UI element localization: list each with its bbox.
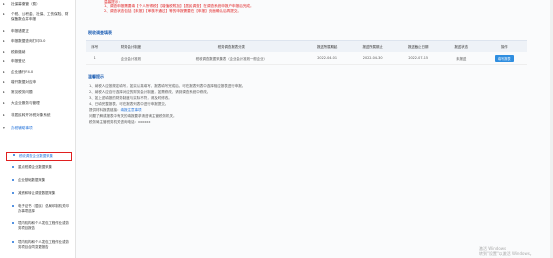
bullet-icon: [12, 192, 14, 194]
sidebar-item[interactable]: ▸ 申报数据查询打印3.0: [0, 39, 75, 44]
sidebar-item-label: 社保募缴管（费）: [11, 2, 40, 6]
cell-status: 未报送: [440, 52, 482, 65]
sidebar-subitem[interactable]: 境内机构和个人发包工程作业或劳务项目报告: [6, 221, 72, 230]
sidebar-subitem[interactable]: 税收调查企业数据采集: [6, 152, 72, 161]
sidebar-item[interactable]: ▸ 大企业服务与管理: [0, 101, 75, 106]
sidebar-item[interactable]: ▸ 企业通行F4.0: [0, 70, 75, 75]
chevron-right-icon: ▸: [3, 70, 5, 74]
watermark-line-2: 转到"设置"以激活 Windows。: [479, 251, 534, 256]
sidebar-item[interactable]: ▸ 税款缴纳: [0, 50, 75, 55]
table-section-title: 税收调查填表: [88, 30, 112, 35]
sidebar-item[interactable]: ▸ 常见税务问题: [0, 90, 75, 95]
sidebar-item[interactable]: ▸ 申报错更正: [0, 29, 75, 34]
sidebar-subitem-label: 企业基础数据采集: [18, 178, 46, 182]
chevron-right-icon: ▸: [3, 80, 5, 84]
notice-line-2: 2、调查状态包括【未报】【审核不通过】等的申报需要在【申报】页面确认后再提交。: [104, 8, 242, 13]
cell-report-category: 税收调查数据采集表（企业会计准则一般企业）: [158, 52, 305, 65]
cell-deadline: 2022-07-15: [395, 52, 441, 65]
col-header: 税务调查报表分类: [158, 40, 305, 52]
chevron-right-icon: ▸: [3, 90, 5, 94]
sidebar-item[interactable]: ▸ 个税、公积金、社保、工伤保险、财保备数合并申报: [0, 12, 75, 22]
sidebar-item-label: 大企业服务与管理: [11, 101, 40, 105]
chevron-right-icon: ▸: [3, 2, 5, 6]
tips-section-title: 温馨提示: [88, 74, 104, 79]
cell-index: 1: [86, 52, 104, 65]
chevron-right-icon: ▸: [3, 101, 5, 105]
sidebar-item-label: 申报错更正: [11, 29, 29, 33]
cell-action: 填写报表: [481, 52, 527, 65]
sidebar-item-label: 税款缴纳: [11, 50, 26, 54]
sidebar-subitem-label: 电子证书（居民）总局印制机关印办事项选择: [18, 204, 69, 213]
col-header: 操作: [481, 40, 527, 52]
bullet-icon: [12, 205, 14, 207]
fill-report-button[interactable]: 填写报表: [494, 54, 514, 62]
sidebar-subitem[interactable]: 减资和转让调查数据采集: [6, 191, 72, 196]
tips-box: 1、纳税人应按规定填写，如实认真填写，报表填写完成后，可在报表列表中选择相应报表…: [89, 83, 245, 125]
windows-activation-watermark: 激活 Windows 转到"设置"以激活 Windows。: [479, 246, 534, 256]
col-header: 序号: [86, 40, 104, 52]
table-header-row: 序号 财务会计制度 税务调查报表分类 报送所属期起 报送所属期止 报送截止日期 …: [86, 40, 527, 52]
chevron-right-icon: ▸: [3, 12, 5, 16]
sidebar-item-label: 常见税务问题: [11, 90, 33, 94]
chevron-down-icon: ▾: [3, 126, 5, 130]
sidebar-subitem-label: 重点税源企业数据采集: [18, 165, 52, 169]
sidebar-subitem[interactable]: 企业基础数据采集: [6, 178, 72, 183]
sidebar-subitem[interactable]: 境内机构和个人发包工程作业或劳务项目合同变更报告: [6, 240, 72, 249]
col-header: 财务会计制度: [103, 40, 159, 52]
bullet-icon: [12, 179, 14, 181]
sidebar-item-label: 办税辅助事项: [11, 126, 33, 130]
sidebar-item[interactable]: ▾ 办税辅助事项: [0, 126, 75, 131]
cell-period-end: 2022-04-30: [349, 52, 396, 65]
tips-link[interactable]: 填报注意事项: [121, 108, 142, 112]
sidebar-item-label: 个税、公积金、社保、工伤保险、财保备数合并申报: [11, 12, 69, 21]
bullet-icon: [12, 241, 14, 243]
sidebar-item-label: 增开数据对应申: [11, 80, 37, 84]
sidebar-item-label: 申报数据查询打印3.0: [11, 39, 46, 43]
sidebar-item[interactable]: ▸ 申报登记: [0, 59, 75, 64]
sidebar-subitem-label: 税收调查企业数据采集: [19, 154, 53, 158]
chevron-right-icon: ▸: [3, 29, 5, 33]
tip-extra-3: 税务局主管税务机关咨询电话：xxxxxx: [89, 120, 151, 124]
survey-table: 序号 财务会计制度 税务调查报表分类 报送所属期起 报送所属期止 报送截止日期 …: [86, 40, 527, 65]
chevron-right-icon: ▸: [3, 39, 5, 43]
sidebar-subitem[interactable]: 重点税源企业数据采集: [6, 165, 72, 170]
col-header: 报送所属期起: [304, 40, 350, 52]
bullet-icon: [12, 222, 14, 224]
cell-accounting-system: 企业会计准则: [103, 52, 159, 65]
sidebar-item-label: 非居民转开补税对象系统: [11, 113, 51, 117]
main-content: 温馨提示： 1、调查申报需要填【个人所得税】【增值税附加】【居民调查】在调查系统…: [76, 0, 553, 258]
bullet-icon: [12, 166, 14, 168]
notice-box: 温馨提示： 1、调查申报需要填【个人所得税】【增值税附加】【居民调查】在调查系统…: [104, 0, 254, 13]
table-row: 1 企业会计准则 税收调查数据采集表（企业会计准则一般企业） 2022-04-0…: [86, 52, 527, 65]
bullet-icon: [13, 154, 15, 156]
sidebar-subitem-label: 减资和转让调查数据采集: [18, 191, 56, 195]
sidebar-subitem-label: 境内机构和个人发包工程作业或劳务项目合同变更报告: [18, 240, 69, 249]
chevron-right-icon: ▸: [3, 113, 5, 117]
sidebar-item[interactable]: ▸ 非居民转开补税对象系统: [0, 113, 75, 118]
sidebar: ▸ 社保募缴管（费） ▸ 个税、公积金、社保、工伤保险、财保备数合并申报 ▸ 申报错更正 ▸…: [0, 0, 76, 258]
col-header: 报送状态: [440, 40, 482, 52]
sidebar-item[interactable]: ▸ 社保募缴管（费）: [0, 2, 75, 7]
sidebar-item-label: 企业通行F4.0: [11, 70, 34, 74]
sidebar-item-label: 申报登记: [11, 59, 26, 63]
col-header: 报送所属期止: [349, 40, 396, 52]
sidebar-subitem[interactable]: 电子证书（居民）总局印制机关印办事项选择: [6, 204, 72, 213]
col-header: 报送截止日期: [395, 40, 441, 52]
sidebar-subitem-label: 境内机构和个人发包工程作业或劳务项目报告: [18, 221, 69, 230]
cell-period-start: 2022-04-01: [304, 52, 350, 65]
chevron-right-icon: ▸: [3, 50, 5, 54]
chevron-right-icon: ▸: [3, 59, 5, 63]
sidebar-item[interactable]: ▸ 增开数据对应申: [0, 80, 75, 85]
